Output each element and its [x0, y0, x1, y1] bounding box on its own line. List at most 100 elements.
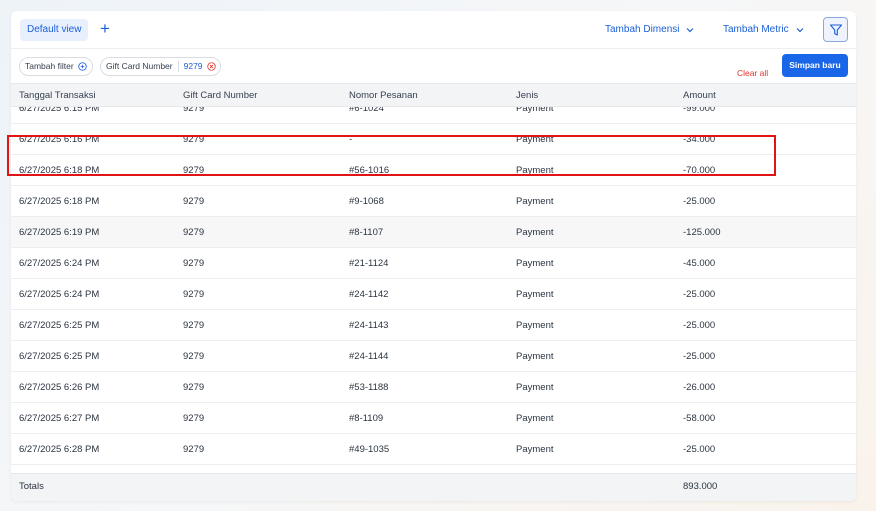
cell-gift-card: 9279 [183, 107, 205, 114]
table-row[interactable]: 6/27/2025 6:24 PM 9279 #21-1124 Payment … [11, 248, 856, 279]
cell-amount: -99.000 [683, 107, 716, 114]
cell-type: Payment [516, 258, 554, 269]
cell-order: #24-1142 [349, 289, 389, 300]
add-view-button[interactable]: + [98, 19, 112, 41]
table-rows: 6/27/2025 6:15 PM 9279 #6-1024 Payment -… [11, 107, 856, 465]
cell-type: Payment [516, 196, 554, 207]
cell-type: Payment [516, 227, 554, 238]
column-header-gift-card[interactable]: Gift Card Number [183, 84, 257, 107]
chevron-down-icon [687, 28, 694, 33]
column-header-order[interactable]: Nomor Pesanan [349, 84, 418, 107]
table-totals-row: Totals 893.000 [11, 473, 856, 501]
cell-amount: -45.000 [683, 258, 716, 269]
add-filter-chip[interactable]: Tambah filter [19, 57, 93, 76]
cell-gift-card: 9279 [183, 289, 205, 300]
cell-type: Payment [516, 444, 554, 455]
table-body[interactable]: 6/27/2025 6:15 PM 9279 #6-1024 Payment -… [11, 107, 856, 473]
cell-gift-card: 9279 [183, 134, 205, 145]
tab-default-view[interactable]: Default view [20, 19, 89, 41]
table-row[interactable]: 6/27/2025 6:26 PM 9279 #53-1188 Payment … [11, 372, 856, 403]
cell-order: #9-1068 [349, 196, 384, 207]
add-dimension-dropdown[interactable]: Tambah Dimensi [605, 19, 695, 41]
add-metric-label: Tambah Metric [723, 24, 789, 35]
cell-amount: -125.000 [683, 227, 721, 238]
cell-gift-card: 9279 [183, 413, 205, 424]
cell-type: Payment [516, 320, 554, 331]
cell-date: 6/27/2025 6:27 PM [19, 413, 100, 424]
add-metric-dropdown[interactable]: Tambah Metric [723, 19, 805, 41]
cell-date: 6/27/2025 6:16 PM [19, 134, 100, 145]
remove-filter-icon[interactable] [206, 62, 216, 71]
filter-toggle-button[interactable] [823, 17, 848, 42]
column-header-amount[interactable]: Amount [683, 84, 716, 107]
cell-order: #8-1109 [349, 413, 384, 424]
chip-divider [177, 61, 179, 72]
table-row[interactable]: 6/27/2025 6:24 PM 9279 #24-1142 Payment … [11, 279, 856, 310]
cell-amount: -25.000 [683, 444, 716, 455]
table-row[interactable]: 6/27/2025 6:27 PM 9279 #8-1109 Payment -… [11, 403, 856, 434]
table-row[interactable]: 6/27/2025 6:25 PM 9279 #24-1144 Payment … [11, 341, 856, 372]
cell-gift-card: 9279 [183, 382, 205, 393]
cell-type: Payment [516, 134, 554, 145]
clear-all-link[interactable]: Clear all [737, 67, 768, 79]
cell-order: #21-1124 [349, 258, 389, 269]
cell-type: Payment [516, 165, 554, 176]
cell-amount: -70.000 [683, 165, 716, 176]
cell-type: Payment [516, 413, 554, 424]
cell-order: #53-1188 [349, 382, 389, 393]
filter-icon [829, 23, 842, 36]
cell-gift-card: 9279 [183, 258, 205, 269]
table-row[interactable]: 6/27/2025 6:16 PM 9279 - Payment -34.000 [11, 124, 856, 155]
cell-date: 6/27/2025 6:28 PM [19, 444, 100, 455]
chevron-down-icon [796, 28, 804, 33]
filter-chip-gift-card[interactable]: Gift Card Number 9279 [100, 57, 221, 76]
column-header-type[interactable]: Jenis [516, 84, 538, 107]
table-row[interactable]: 6/27/2025 6:28 PM 9279 #49-1035 Payment … [11, 434, 856, 465]
table-row[interactable]: 6/27/2025 6:19 PM 9279 #8-1107 Payment -… [11, 217, 856, 248]
cell-order: #24-1143 [349, 320, 389, 331]
cell-date: 6/27/2025 6:15 PM [19, 107, 100, 114]
cell-gift-card: 9279 [183, 351, 205, 362]
cell-type: Payment [516, 107, 554, 114]
table-row[interactable]: 6/27/2025 6:25 PM 9279 #24-1143 Payment … [11, 310, 856, 341]
cell-date: 6/27/2025 6:18 PM [19, 196, 100, 207]
table-row[interactable]: 6/27/2025 6:18 PM 9279 #56-1016 Payment … [11, 155, 856, 186]
table-row[interactable]: 6/27/2025 6:18 PM 9279 #9-1068 Payment -… [11, 186, 856, 217]
table-row[interactable]: 6/27/2025 6:15 PM 9279 #6-1024 Payment -… [11, 107, 856, 124]
cell-gift-card: 9279 [183, 320, 205, 331]
cell-order: #49-1035 [349, 444, 390, 455]
cell-amount: -25.000 [683, 196, 716, 207]
cell-order: #6-1024 [349, 107, 384, 114]
cell-date: 6/27/2025 6:18 PM [19, 165, 100, 176]
cell-date: 6/27/2025 6:25 PM [19, 351, 100, 362]
column-header-date[interactable]: Tanggal Transaksi [19, 84, 96, 107]
cell-date: 6/27/2025 6:25 PM [19, 320, 100, 331]
cell-order: #56-1016 [349, 165, 390, 176]
cell-date: 6/27/2025 6:24 PM [19, 258, 100, 269]
totals-label: Totals [19, 481, 44, 492]
cell-date: 6/27/2025 6:24 PM [19, 289, 100, 300]
save-new-button[interactable]: Simpan baru [782, 54, 848, 77]
cell-amount: -25.000 [683, 289, 716, 300]
cell-order: #8-1107 [349, 227, 384, 238]
cell-order: #24-1144 [349, 351, 389, 362]
cell-gift-card: 9279 [183, 227, 205, 238]
cell-gift-card: 9279 [183, 196, 205, 207]
cell-amount: -25.000 [683, 320, 716, 331]
cell-amount: -26.000 [683, 382, 716, 393]
add-filter-label: Tambah filter [25, 61, 74, 71]
cell-order: - [349, 134, 353, 145]
filter-chip-label: Gift Card Number [106, 61, 173, 71]
cell-gift-card: 9279 [183, 165, 205, 176]
cell-amount: -58.000 [683, 413, 716, 424]
cell-amount: -34.000 [683, 134, 716, 145]
cell-date: 6/27/2025 6:26 PM [19, 382, 100, 393]
cell-type: Payment [516, 289, 554, 300]
cell-amount: -25.000 [683, 351, 716, 362]
cell-type: Payment [516, 351, 554, 362]
cell-type: Payment [516, 382, 554, 393]
filter-chip-value: 9279 [183, 61, 203, 71]
cell-date: 6/27/2025 6:19 PM [19, 227, 100, 238]
add-dimension-label: Tambah Dimensi [605, 24, 680, 35]
view-toolbar: Default view + Tambah Dimensi Tambah Met… [11, 11, 856, 49]
